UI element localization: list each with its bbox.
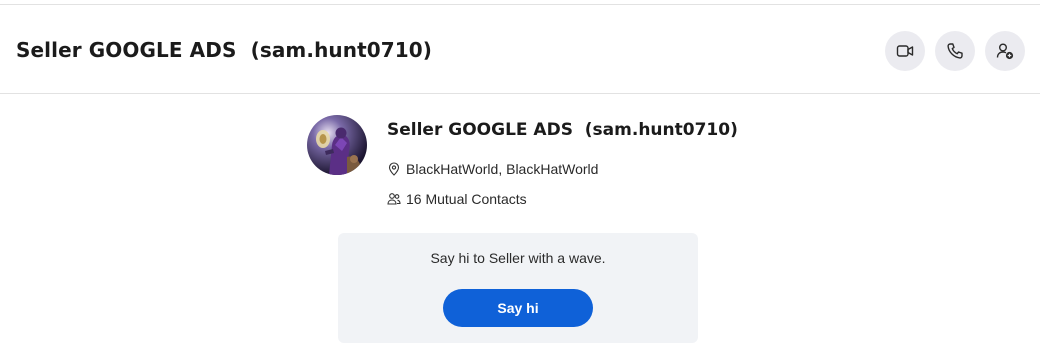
mutual-contacts-text: 16 Mutual Contacts <box>406 191 527 207</box>
video-camera-icon <box>895 41 915 61</box>
people-icon <box>387 192 401 206</box>
profile-name: Seller GOOGLE ADS (sam.hunt0710) <box>387 120 738 140</box>
chat-title: Seller GOOGLE ADS (sam.hunt0710) <box>16 38 433 62</box>
profile-location: BlackHatWorld, BlackHatWorld <box>387 161 598 177</box>
chat-page: Seller GOOGLE ADS (sam.hunt0710) Seller … <box>0 0 1040 350</box>
audio-call-button[interactable] <box>935 31 975 71</box>
phone-icon <box>945 41 965 61</box>
say-hi-button[interactable]: Say hi <box>443 289 593 327</box>
location-text: BlackHatWorld, BlackHatWorld <box>406 161 599 177</box>
wave-card: Say hi to Seller with a wave. Say hi <box>338 233 698 343</box>
wave-message: Say hi to Seller with a wave. <box>430 250 606 266</box>
add-participant-button[interactable] <box>985 31 1025 71</box>
chat-header: Seller GOOGLE ADS (sam.hunt0710) <box>0 5 1040 94</box>
profile-mutual-contacts: 16 Mutual Contacts <box>387 191 527 207</box>
video-call-button[interactable] <box>885 31 925 71</box>
location-pin-icon <box>387 162 401 176</box>
avatar[interactable] <box>307 115 367 175</box>
add-contact-icon <box>995 41 1015 61</box>
contact-profile: Seller GOOGLE ADS (sam.hunt0710) BlackHa… <box>307 115 767 215</box>
header-actions <box>885 31 1025 71</box>
